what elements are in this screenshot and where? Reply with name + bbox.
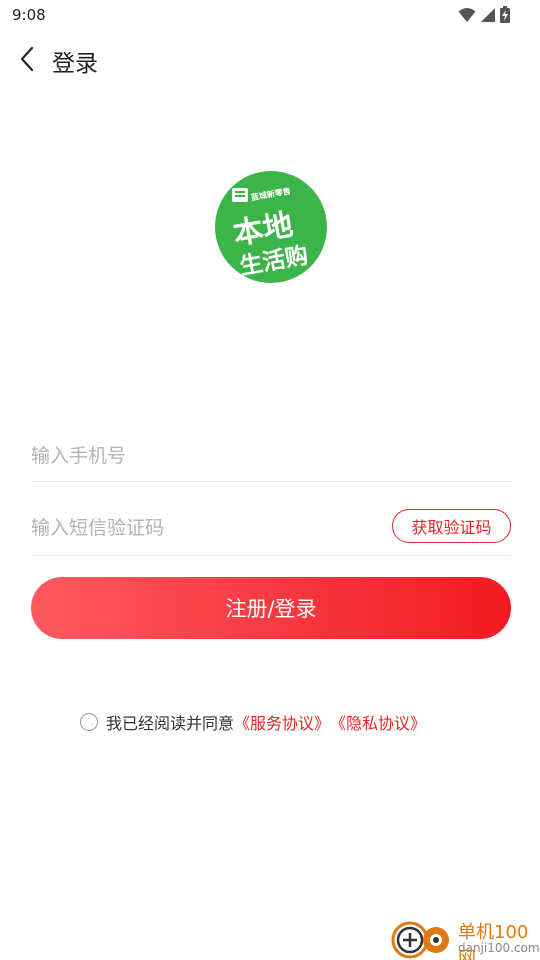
watermark-url: danji100.com <box>458 941 540 955</box>
status-icons <box>458 6 510 23</box>
agreement-text: 我已经阅读并同意 <box>106 714 235 733</box>
agree-radio[interactable] <box>80 713 98 731</box>
service-agreement-link[interactable]: 《服务协议》 <box>234 710 330 734</box>
app-logo: 蓝城新零售 本地 生活购 <box>215 171 327 283</box>
status-time: 9:08 <box>12 6 46 24</box>
code-field: 获取验证码 <box>31 500 511 556</box>
battery-charging-icon <box>500 6 510 23</box>
page-title: 登录 <box>52 51 98 77</box>
signal-icon <box>481 7 495 22</box>
get-code-button[interactable]: 获取验证码 <box>392 509 511 543</box>
sms-code-input[interactable] <box>31 510 371 546</box>
app-bar: 登录 <box>0 36 540 82</box>
brand-badge-icon <box>232 188 248 202</box>
watermark-logo-icon <box>391 921 449 959</box>
agreement-row: 我已经阅读并同意 《服务协议》 《隐私协议》 <box>80 710 426 734</box>
wifi-icon <box>458 7 476 22</box>
phone-field <box>31 428 511 482</box>
register-login-button[interactable]: 注册/登录 <box>31 577 511 639</box>
back-button[interactable] <box>12 42 42 76</box>
phone-input[interactable] <box>31 438 511 474</box>
watermark: 单机100网 danji100.com <box>390 917 540 960</box>
chevron-left-icon <box>20 46 34 72</box>
privacy-agreement-link[interactable]: 《隐私协议》 <box>330 710 426 734</box>
status-bar: 9:08 <box>0 0 540 30</box>
